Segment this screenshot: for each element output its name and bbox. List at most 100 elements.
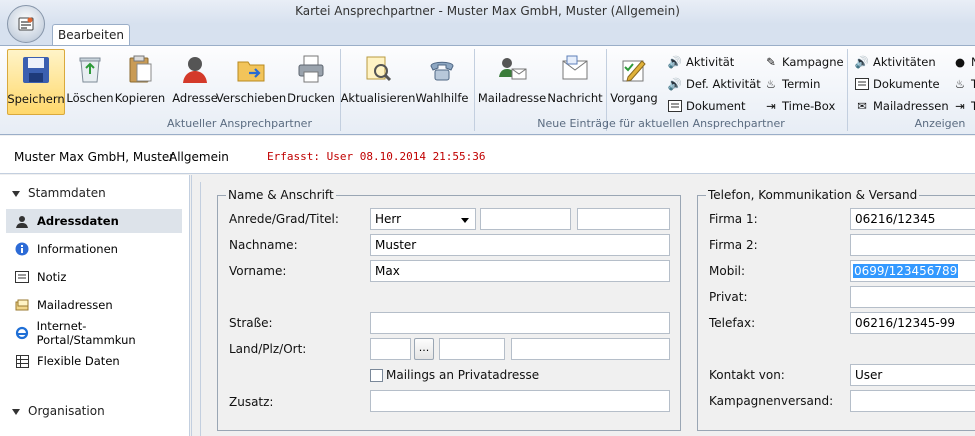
- print-label: Drucken: [287, 91, 335, 105]
- dial-button[interactable]: Wahlhilfe: [414, 49, 470, 115]
- app-logo-icon: [18, 17, 34, 31]
- window-title: Kartei Ansprechpartner - Muster Max GmbH…: [295, 4, 680, 18]
- copy-label: Kopieren: [114, 91, 166, 105]
- sidebar-item-adressdaten[interactable]: Adressdaten: [6, 209, 182, 233]
- save-button[interactable]: Speichern: [7, 49, 65, 115]
- document-button[interactable]: Dokument: [667, 96, 746, 116]
- note-icon: [14, 269, 30, 285]
- contact-mail-icon: [499, 58, 527, 80]
- def-activity-button[interactable]: 🔊 Def. Aktivität: [667, 74, 761, 94]
- grade-input[interactable]: [480, 208, 571, 230]
- street-input[interactable]: [370, 312, 670, 334]
- extra-input[interactable]: [370, 390, 670, 412]
- cut-off-label: N: [971, 55, 975, 69]
- fax-input[interactable]: 06216/12345-99: [850, 312, 975, 334]
- lastname-input[interactable]: Muster: [370, 234, 670, 256]
- firm2-label: Firma 2:: [709, 238, 758, 252]
- arrow-into-box-icon: ⇥: [955, 99, 965, 113]
- address-button[interactable]: Adresse: [172, 49, 218, 115]
- process-label: Vorgang: [610, 91, 658, 105]
- app-menu-button[interactable]: [7, 5, 45, 43]
- appointment-button[interactable]: ♨ Termin: [763, 74, 821, 94]
- sidebar-item-label: Mailadressen: [37, 298, 113, 312]
- private-label: Privat:: [709, 290, 748, 304]
- timebox-button[interactable]: ⇥ Time-Box: [763, 96, 835, 116]
- document-icon: [854, 76, 870, 92]
- title-input[interactable]: [577, 208, 670, 230]
- firstname-input[interactable]: Max: [370, 260, 670, 282]
- firm2-phone-input[interactable]: [850, 234, 975, 256]
- table-icon: [14, 353, 30, 369]
- campaign-button[interactable]: ✎ Kampagne: [763, 52, 844, 72]
- mailing-private-checkbox[interactable]: [370, 369, 383, 382]
- contact-legend: Telefon, Kommunikation & Versand: [706, 188, 920, 202]
- sidebar-section-stammdaten[interactable]: Stammdaten: [12, 186, 106, 200]
- refresh-button[interactable]: Aktualisieren: [340, 49, 416, 115]
- activity-label: Aktivität: [686, 55, 735, 69]
- mailaddresses-button[interactable]: ✉ Mailadressen: [854, 96, 949, 116]
- sidebar-item-mailadressen[interactable]: Mailadressen: [6, 293, 182, 317]
- campaign-dispatch-input[interactable]: [850, 390, 975, 412]
- sidebar-section-organisation[interactable]: Organisation: [12, 404, 105, 418]
- mailaddresses-label: Mailadressen: [873, 99, 949, 113]
- sidebar-item-label: Flexible Daten: [37, 354, 120, 368]
- def-activity-label: Def. Aktivität: [686, 77, 761, 91]
- collapse-icon: [12, 408, 20, 415]
- salutation-value: Herr: [375, 212, 402, 226]
- delete-label: Löschen: [66, 91, 114, 105]
- sidebar-item-notiz[interactable]: Notiz: [6, 265, 182, 289]
- zip-input[interactable]: [439, 338, 505, 360]
- floppy-icon: [23, 57, 49, 83]
- print-button[interactable]: Drucken: [287, 49, 335, 115]
- activities-button[interactable]: 🔊 Aktivitäten: [854, 52, 936, 72]
- mail-stack-icon: [14, 297, 30, 313]
- message-button[interactable]: Nachricht: [546, 49, 604, 115]
- campaign-dispatch-label: Kampagnenversand:: [709, 394, 834, 408]
- copy-button[interactable]: Kopieren: [114, 49, 166, 115]
- contact-from-input[interactable]: User: [850, 364, 975, 386]
- mobile-phone-input[interactable]: 0699/123456789: [850, 260, 975, 282]
- move-label: Verschieben: [215, 91, 287, 105]
- refresh-label: Aktualisieren: [340, 91, 416, 105]
- cut-off-button-t2[interactable]: ⇥ T: [952, 96, 975, 116]
- collapse-icon: [12, 190, 20, 197]
- printer-icon: [298, 55, 324, 83]
- country-input[interactable]: [370, 338, 411, 360]
- info-icon: [14, 241, 30, 257]
- dropdown-arrow-icon: [461, 218, 469, 223]
- firm1-phone-input[interactable]: 06216/12345: [850, 208, 975, 230]
- mailing-private-label: Mailings an Privatadresse: [386, 368, 540, 382]
- campaign-label: Kampagne: [782, 55, 844, 69]
- section-label: Stammdaten: [28, 186, 106, 200]
- documents-button[interactable]: Dokumente: [854, 74, 940, 94]
- sidebar-item-internet-portal[interactable]: Internet-Portal/Stammkun: [6, 319, 182, 347]
- firstname-label: Vorname:: [229, 264, 287, 278]
- cut-off-button-t1[interactable]: ♨ T: [952, 74, 975, 94]
- magnifier-page-icon: [366, 56, 392, 82]
- mobile-label: Mobil:: [709, 264, 746, 278]
- cut-off-button-n[interactable]: ●N: [952, 52, 975, 72]
- country-lookup-button[interactable]: ...: [414, 338, 434, 360]
- process-button[interactable]: Vorgang: [608, 49, 660, 115]
- company-name: Muster Max GmbH, Muster: [14, 150, 175, 164]
- tab-bearbeiten[interactable]: Bearbeiten: [52, 24, 130, 46]
- city-input[interactable]: [511, 338, 670, 360]
- ie-icon: [14, 325, 30, 341]
- mailaddress-button[interactable]: Mailadresse: [478, 49, 546, 115]
- title-bar: Kartei Ansprechpartner - Muster Max GmbH…: [0, 0, 975, 24]
- private-phone-input[interactable]: [850, 286, 975, 308]
- created-info: Erfasst: User 08.10.2014 21:55:36: [267, 150, 486, 163]
- sidebar-item-flexible-daten[interactable]: Flexible Daten: [6, 349, 182, 373]
- sidebar-item-label: Adressdaten: [37, 214, 119, 228]
- content-gutter: [200, 182, 206, 436]
- sidebar-item-label: Notiz: [37, 270, 67, 284]
- salutation-select[interactable]: Herr: [370, 208, 476, 230]
- activity-button[interactable]: 🔊 Aktivität: [667, 52, 734, 72]
- info-strip: Muster Max GmbH, Muster Allgemein Erfass…: [0, 136, 975, 174]
- sidebar-item-informationen[interactable]: Informationen: [6, 237, 182, 261]
- move-button[interactable]: Verschieben: [215, 49, 287, 115]
- recycle-bin-icon: [79, 57, 101, 83]
- sidebar: Stammdaten Adressdaten Informationen Not…: [0, 175, 190, 436]
- street-label: Straße:: [229, 316, 273, 330]
- delete-button[interactable]: Löschen: [66, 49, 114, 115]
